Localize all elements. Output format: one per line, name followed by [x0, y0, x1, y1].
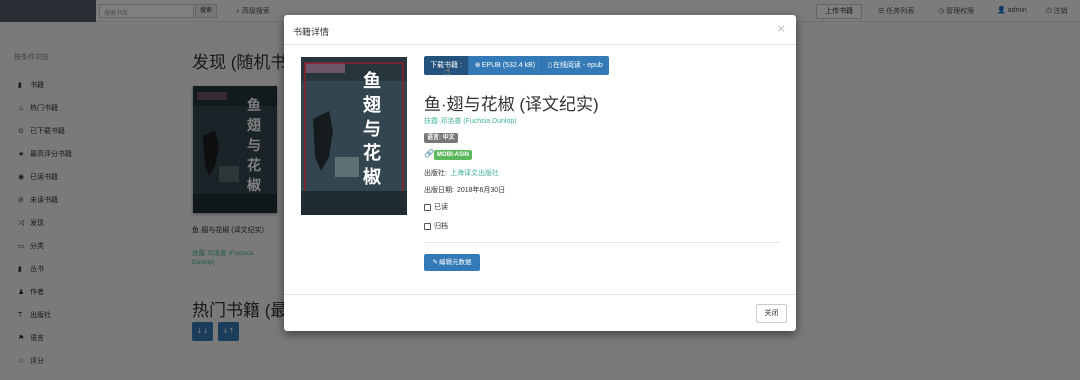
- edit-metadata-button[interactable]: ✎编辑元数据: [424, 254, 480, 271]
- read-online-label: 在线阅读 - epub: [552, 62, 603, 69]
- epub-download-button[interactable]: ⊕EPUB (532.4 kB): [468, 56, 543, 75]
- book-title: 鱼·翅与花椒 (译文纪实): [424, 95, 599, 114]
- close-button[interactable]: 关闭: [756, 304, 787, 323]
- identifier-badge[interactable]: MOBI-ASIN: [434, 150, 472, 160]
- archive-checkbox-row[interactable]: 归档: [424, 221, 448, 231]
- hand-cursor-icon: ☝: [444, 65, 451, 78]
- book-cover-art: 鱼 翅 与 花 椒: [301, 57, 407, 215]
- pubdate-value: 2018年6月30日: [456, 187, 506, 194]
- edit-metadata-label: 编辑元数据: [438, 259, 472, 266]
- language-badge: 语言: 中文: [424, 133, 458, 143]
- publisher-row: 出版社: 上海译文出版社: [424, 168, 499, 178]
- pubdate-row: 出版日期: 2018年6月30日: [424, 185, 505, 195]
- modal-footer: 关闭: [284, 294, 796, 331]
- modal-title: 书籍详情: [293, 27, 330, 37]
- close-icon[interactable]: ×: [777, 22, 786, 35]
- svg-text:鱼: 鱼: [363, 70, 381, 92]
- link-icon: 🔗: [424, 149, 434, 158]
- archive-checkbox[interactable]: [424, 222, 431, 230]
- divider: [424, 242, 779, 243]
- download-button-group: 下载书籍 : ⊕EPUB (532.4 kB) ▯在线阅读 - epub: [424, 56, 609, 75]
- pubdate-label: 出版日期:: [424, 187, 454, 194]
- svg-text:花: 花: [363, 142, 381, 164]
- book-author-link[interactable]: 扶霞·邓洛普 (Fuchsia Dunlop): [424, 116, 517, 126]
- modal-header: 书籍详情 ×: [284, 15, 796, 45]
- publisher-link[interactable]: 上海译文出版社: [450, 170, 499, 177]
- svg-text:与: 与: [363, 119, 381, 140]
- publisher-label: 出版社:: [424, 170, 447, 177]
- download-icon: ⊕: [474, 61, 481, 69]
- book-cover: 鱼 翅 与 花 椒: [301, 57, 407, 215]
- read-checkbox-row[interactable]: 已读: [424, 202, 448, 212]
- book-details-modal: 书籍详情 × 鱼 翅 与 花 椒 下载书籍 : ⊕EPUB (532.4 kB)…: [284, 15, 796, 331]
- epub-download-label: EPUB (532.4 kB): [481, 62, 536, 69]
- svg-text:翅: 翅: [363, 94, 381, 116]
- archive-checkbox-label: 归档: [434, 223, 448, 230]
- book-icon: ▯: [548, 61, 552, 69]
- edit-icon: ✎: [432, 258, 438, 266]
- svg-text:椒: 椒: [363, 166, 381, 188]
- read-online-button[interactable]: ▯在线阅读 - epub: [542, 56, 609, 75]
- read-checkbox[interactable]: [424, 203, 431, 211]
- read-checkbox-label: 已读: [434, 204, 448, 211]
